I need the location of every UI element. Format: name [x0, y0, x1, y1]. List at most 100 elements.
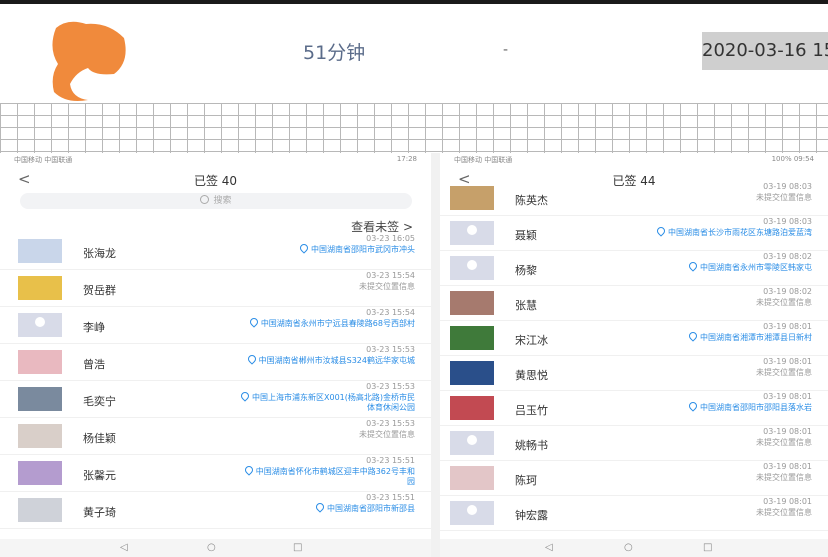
list-item[interactable]: 聂颖 03-19 08:03 中国湖南省长沙市雨花区东塘路泊爱蓝湾 — [440, 216, 828, 251]
list-item[interactable]: 张海龙 03-23 16:05 中国湖南省邵阳市武冈市冲头 — [0, 233, 431, 270]
avatar — [18, 350, 62, 374]
list-item[interactable]: 黄思悦 03-19 08:01 未提交位置信息 — [440, 356, 828, 391]
left-phone-screen: 中国移动 中国联通 17:28 < 已签 40 搜索 查看未签 > 张海龙 03-… — [0, 153, 431, 557]
avatar-blob — [52, 21, 126, 101]
checkin-time: 03-19 08:01 — [763, 322, 812, 331]
nav-home-icon[interactable]: ○ — [207, 542, 216, 553]
nav-back-icon[interactable]: ◁ — [120, 542, 128, 553]
location-text: 中国湖南省永州市宁远县春陵路68号西部村 — [240, 316, 415, 329]
top-bar — [0, 0, 828, 4]
avatar — [18, 387, 62, 411]
avatar — [450, 326, 494, 350]
location-label: 未提交位置信息 — [756, 368, 812, 377]
no-location-text: 未提交位置信息 — [637, 508, 812, 518]
avatar — [450, 361, 494, 385]
location-label: 中国湖南省郴州市汝城县S324鹤远华家屯城 — [258, 356, 415, 365]
avatar — [18, 498, 62, 522]
list-item[interactable]: 李峥 03-23 15:54 中国湖南省永州市宁远县春陵路68号西部村 — [0, 307, 431, 344]
list-item[interactable]: 曾浩 03-23 15:53 中国湖南省郴州市汝城县S324鹤远华家屯城 — [0, 344, 431, 381]
location-pin-icon — [248, 316, 260, 328]
checkin-time: 03-19 08:02 — [763, 287, 812, 296]
avatar — [450, 256, 494, 280]
no-location-text: 未提交位置信息 — [240, 430, 415, 440]
list-item[interactable]: 张馨元 03-23 15:51 中国湖南省怀化市鹤城区迎丰中路362号丰和园 — [0, 455, 431, 492]
avatar — [18, 276, 62, 300]
list-item[interactable]: 杨黎 03-19 08:02 中国湖南省永州市零陵区韩家屯 — [440, 251, 828, 286]
checkin-time: 03-23 15:53 — [366, 382, 415, 391]
location-text: 中国湖南省邵阳市新邵县 — [240, 501, 415, 514]
list-item[interactable]: 宋江冰 03-19 08:01 中国湖南省湘潭市湘潭县日新村 — [440, 321, 828, 356]
list-item[interactable]: 吕玉竹 03-19 08:01 中国湖南省邵阳市邵阳县落水岩 — [440, 391, 828, 426]
clock-text: 100% 09:54 — [771, 155, 814, 163]
member-name: 聂颖 — [515, 229, 537, 242]
location-text: 中国湖南省邵阳市邵阳县落水岩 — [637, 400, 812, 413]
checkin-time: 03-19 08:01 — [763, 357, 812, 366]
checkin-time: 03-23 16:05 — [366, 234, 415, 243]
avatar — [450, 431, 494, 455]
list-item[interactable]: 张慧 03-19 08:02 未提交位置信息 — [440, 286, 828, 321]
avatar — [450, 186, 494, 210]
search-placeholder: 搜索 — [213, 196, 232, 206]
checkin-time: 03-23 15:54 — [366, 308, 415, 317]
search-input[interactable]: 搜索 — [20, 193, 412, 209]
header-banner: 51分钟 - 2020-03-16 15:4 — [0, 0, 828, 103]
member-name: 毛奕宁 — [83, 395, 116, 408]
avatar — [18, 239, 62, 263]
list-item[interactable]: 钟宏露 03-19 08:01 未提交位置信息 — [440, 496, 828, 531]
duration-label: 51分钟 — [303, 42, 366, 64]
location-label: 中国湖南省永州市宁远县春陵路68号西部村 — [260, 319, 415, 328]
list-item[interactable]: 陈珂 03-19 08:01 未提交位置信息 — [440, 461, 828, 496]
checkin-time: 03-23 15:54 — [366, 271, 415, 280]
separator: - — [503, 42, 509, 58]
member-name: 张慧 — [515, 299, 537, 312]
member-name: 陈英杰 — [515, 194, 548, 207]
system-nav: ◁ ○ □ — [0, 539, 431, 557]
nav-recent-icon[interactable]: □ — [293, 542, 302, 553]
location-pin-icon — [314, 501, 326, 513]
list-item[interactable]: 杨佳颖 03-23 15:53 未提交位置信息 — [0, 418, 431, 455]
location-pin-icon — [245, 353, 258, 365]
avatar — [450, 291, 494, 315]
list-item[interactable]: 贺岳群 03-23 15:54 未提交位置信息 — [0, 270, 431, 307]
avatar — [450, 221, 494, 245]
list-item[interactable]: 黄子琦 03-23 15:51 中国湖南省邵阳市新邵县 — [0, 492, 431, 529]
checkin-time: 03-23 15:51 — [366, 493, 415, 502]
member-name: 杨佳颖 — [83, 432, 116, 445]
location-text: 中国湖南省湘潭市湘潭县日新村 — [637, 330, 812, 343]
page-title: 已签 40 — [193, 174, 238, 188]
nav-recent-icon[interactable]: □ — [703, 542, 712, 553]
checkin-time: 03-19 08:03 — [763, 217, 812, 226]
location-text: 中国湖南省怀化市鹤城区迎丰中路362号丰和园 — [240, 464, 415, 487]
location-label: 中国湖南省邵阳市邵阳县落水岩 — [700, 403, 812, 412]
member-name: 吕玉竹 — [515, 404, 548, 417]
no-location-text: 未提交位置信息 — [637, 473, 812, 483]
location-pin-icon — [298, 242, 310, 254]
location-label: 未提交位置信息 — [756, 193, 812, 202]
location-label: 中国湖南省湘潭市湘潭县日新村 — [700, 333, 812, 342]
nav-back-icon[interactable]: ◁ — [545, 542, 553, 553]
list-item[interactable]: 毛奕宁 03-23 15:53 中国上海市浦东新区X001(杨高北路)金桥市民体育休… — [0, 381, 431, 418]
location-label: 中国上海市浦东新区X001(杨高北路)金桥市民体育休闲公园 — [252, 393, 415, 412]
checkin-time: 03-19 08:01 — [763, 427, 812, 436]
location-text: 中国上海市浦东新区X001(杨高北路)金桥市民体育休闲公园 — [239, 390, 415, 413]
location-pin-icon — [687, 330, 699, 342]
list-item[interactable]: 陈英杰 03-19 08:03 未提交位置信息 — [440, 181, 828, 216]
location-pin-icon — [687, 400, 699, 412]
list-item[interactable]: 姚畅书 03-19 08:01 未提交位置信息 — [440, 426, 828, 461]
location-label: 未提交位置信息 — [756, 508, 812, 517]
member-name: 姚畅书 — [515, 439, 548, 452]
search-icon — [200, 195, 210, 204]
carrier-text: 中国移动 中国联通 — [454, 156, 513, 164]
clock-text: 17:28 — [396, 155, 417, 163]
member-name: 贺岳群 — [83, 284, 116, 297]
avatar — [450, 466, 494, 490]
avatar — [18, 424, 62, 448]
nav-home-icon[interactable]: ○ — [624, 542, 633, 553]
location-label: 未提交位置信息 — [359, 430, 415, 439]
checkin-time: 03-19 08:03 — [763, 182, 812, 191]
grid-strip — [0, 103, 828, 153]
member-name: 宋江冰 — [515, 334, 548, 347]
avatar — [450, 396, 494, 420]
member-name: 李峥 — [83, 321, 105, 334]
location-label: 中国湖南省邵阳市新邵县 — [327, 504, 415, 513]
